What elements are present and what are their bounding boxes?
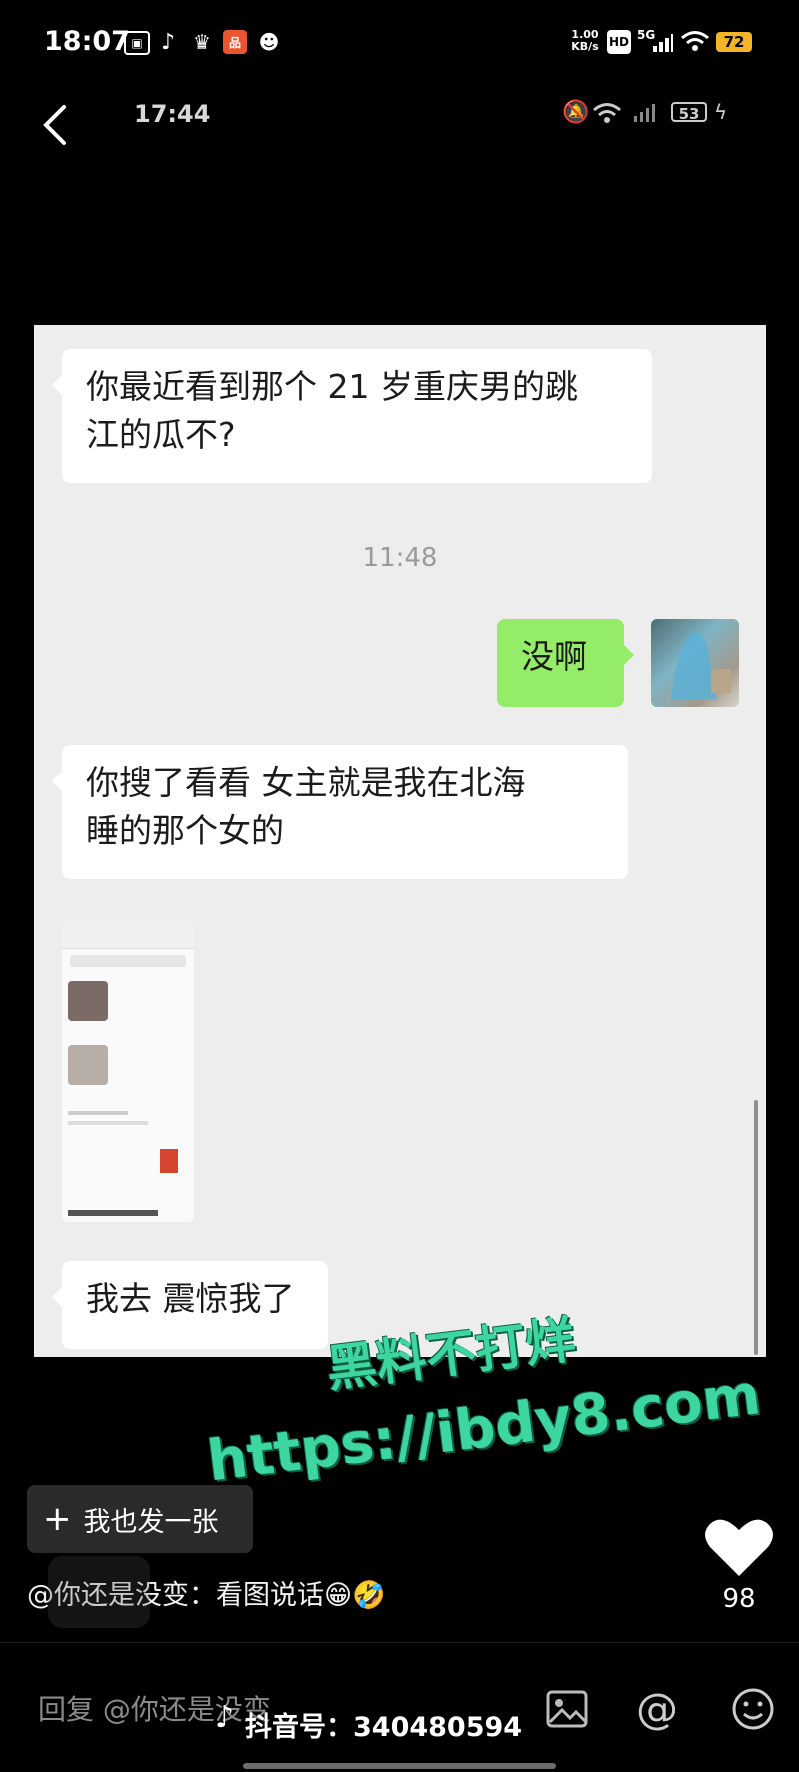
scrollbar[interactable] [754,1100,758,1355]
douyin-icon: ♪ [160,29,176,55]
net-speed-unit: KB/s [571,40,599,53]
mute-icon: 🔕 [562,100,590,125]
message-text: 你最近看到那个 21 岁重庆男的跳 [86,367,578,406]
battery-level: 72 [723,33,745,51]
mini-bar [68,1210,158,1216]
mention-icon[interactable]: @ [634,1686,680,1732]
avatar-overlay [48,1556,150,1628]
mini-thumb [68,1045,108,1085]
wifi-icon [681,31,709,51]
back-icon[interactable] [40,104,70,146]
message-text: 我去 震惊我了 [86,1279,295,1318]
mini-tabs [70,955,186,967]
chat-bubble-received: 你搜了看看 女主就是我在北海 睡的那个女的 [52,745,628,879]
inner-battery-icon: 53 [671,102,707,123]
message-text: 你搜了看看 女主就是我在北海 [86,763,526,802]
battery-icon: 72 [716,32,752,52]
caption-emojis: 😁🤣 [324,1580,386,1611]
chat-timestamp: 11:48 [362,543,438,573]
hd-icon: HD [607,30,631,54]
message-text: 没啊 [521,637,587,676]
chat-bubble-sent: 没啊 [497,619,634,707]
home-indicator[interactable] [243,1763,556,1769]
app-icon: 品 [223,30,247,54]
calendar-icon: ▣ [124,31,150,55]
mini-row [68,981,188,1031]
mini-line [68,1111,128,1115]
signal-icon: 5G [637,28,673,56]
inner-wifi-icon [593,103,621,123]
heart-icon[interactable] [704,1516,774,1578]
inner-signal-icon [634,104,655,122]
mini-header [62,920,194,949]
mini-thumb [68,981,108,1021]
like-count: 98 [722,1584,756,1614]
message-text: 江的瓜不? [86,415,236,454]
plus-icon: + [43,1499,72,1539]
inner-battery-level: 53 [678,105,700,123]
post-button-label: 我也发一张 [83,1506,219,1538]
crown-icon: ♛ [193,30,211,54]
emoji-icon[interactable] [730,1686,776,1732]
network-speed: 1.00 KB/s [568,29,602,53]
douyin-id: 抖音号：340480594 [245,1712,523,1743]
message-text: 睡的那个女的 [86,811,284,850]
chat-screenshot: 你最近看到那个 21 岁重庆男的跳 江的瓜不? 11:48 没啊 你搜了看看 女… [34,325,766,1357]
face-icon: ☻ [258,30,280,54]
image-picker-icon[interactable] [544,1686,590,1732]
reply-input[interactable]: 回复 @你还是没变 [38,1688,271,1728]
post-image-button[interactable]: + 我也发一张 [27,1485,253,1553]
image-message[interactable] [62,920,194,1222]
chat-bubble-received: 你最近看到那个 21 岁重庆男的跳 江的瓜不? [52,349,652,483]
mini-pdf-icon [160,1149,178,1173]
status-time: 18:07 [44,26,130,57]
avatar[interactable] [651,619,739,707]
charging-icon: ϟ [714,100,728,124]
mini-row [68,1149,188,1177]
chat-bubble-received: 我去 震惊我了 [52,1261,328,1349]
inner-time: 17:44 [134,100,211,128]
mini-row [68,1045,188,1095]
douyin-logo-icon: ♪ [215,1700,235,1735]
mini-line [68,1121,148,1125]
